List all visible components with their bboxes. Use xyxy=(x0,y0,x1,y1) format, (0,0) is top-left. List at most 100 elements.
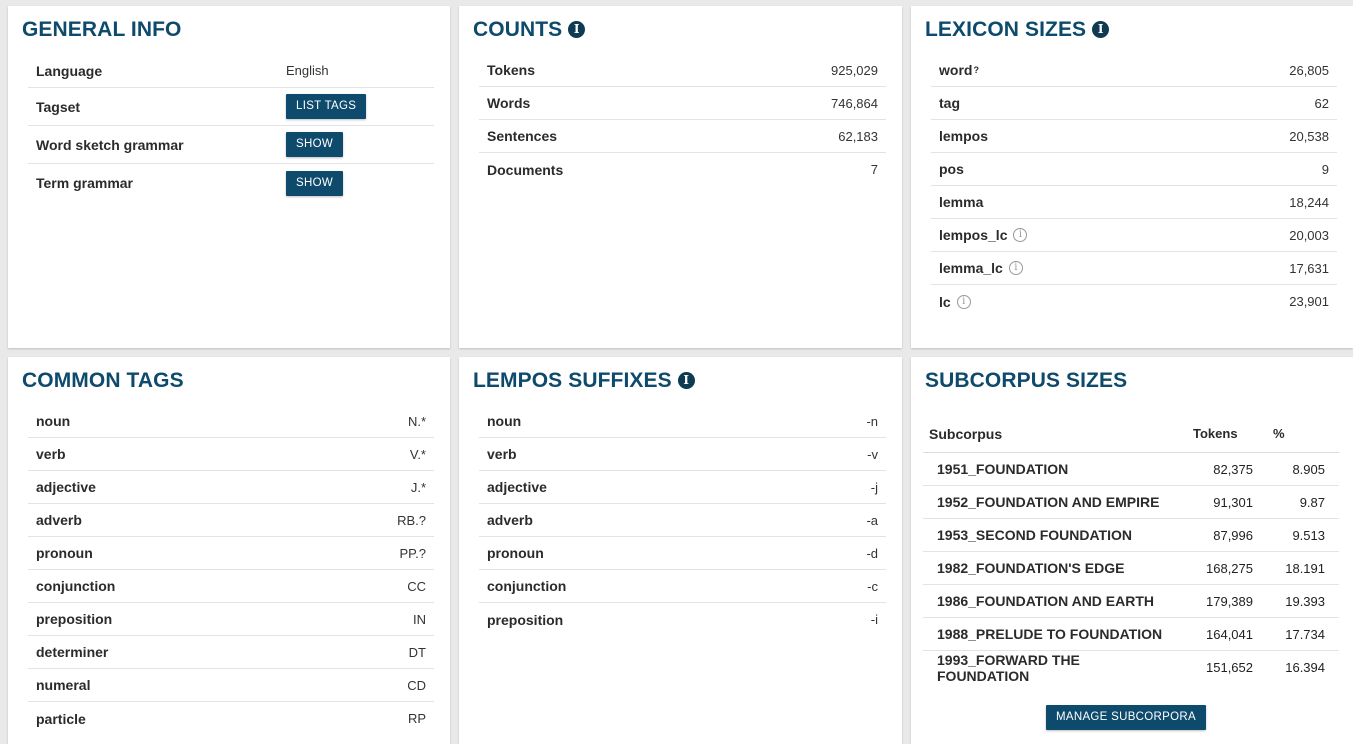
manage-subcorpora-button[interactable]: MANAGE SUBCORPORA xyxy=(1046,705,1206,730)
tag-label: determiner xyxy=(36,644,109,660)
tag-label: noun xyxy=(36,413,71,429)
counts-row: Words 746,864 xyxy=(479,87,886,120)
tag-label: adverb xyxy=(36,512,82,528)
tag-label: preposition xyxy=(36,611,113,627)
list-tags-button[interactable]: LIST TAGS xyxy=(286,94,367,119)
counts-label: Sentences xyxy=(487,128,558,144)
general-info-panel: GENERAL INFO Language English Tagset LIS… xyxy=(8,6,450,348)
subcorpus-percent: 17.734 xyxy=(1285,626,1325,642)
suffix-label: adverb xyxy=(487,512,533,528)
info-icon[interactable]: i xyxy=(1092,20,1110,38)
general-info-table: Language English Tagset LIST TAGS Word s… xyxy=(28,54,434,202)
lexicon-row: lempos 20,538 xyxy=(931,120,1337,153)
subcorpus-tokens: 168,275 xyxy=(1206,560,1253,576)
subcorpus-tokens: 87,996 xyxy=(1213,527,1253,543)
subcorpus-name: 1993_FORWARD THE FOUNDATION xyxy=(937,651,1080,684)
subcorpus-tokens: 179,389 xyxy=(1206,593,1253,609)
counts-value: 746,864 xyxy=(831,95,878,111)
language-value: English xyxy=(286,63,329,78)
tagset-row: Tagset LIST TAGS xyxy=(28,88,434,126)
corpus-info-dashboard: GENERAL INFO Language English Tagset LIS… xyxy=(0,0,1353,744)
subcorpus-tokens: 151,652 xyxy=(1206,660,1253,675)
tag-value: IN xyxy=(413,611,426,627)
tag-label: verb xyxy=(36,446,66,462)
info-icon[interactable]: i xyxy=(677,371,695,389)
counts-label: Words xyxy=(487,95,531,111)
tokens-column-header[interactable]: Tokens xyxy=(1179,426,1261,441)
suffix-row: conjunction -c xyxy=(479,570,886,603)
subcorpus-sizes-title: SUBCORPUS SIZES xyxy=(925,369,1128,392)
subcorpus-table-header: Subcorpus Tokens % xyxy=(923,415,1339,453)
show-word-sketch-grammar-button[interactable]: SHOW xyxy=(286,132,343,157)
help-circle-icon[interactable]: i xyxy=(1013,228,1028,242)
common-tags-title: COMMON TAGS xyxy=(22,369,184,392)
lexicon-row: tag 62 xyxy=(931,87,1337,120)
counts-value: 925,029 xyxy=(831,62,878,78)
lexicon-value: 23,901 xyxy=(1289,294,1329,309)
tag-value: J.* xyxy=(410,479,426,495)
percent-column-header[interactable]: % xyxy=(1261,426,1339,441)
term-grammar-label: Term grammar xyxy=(36,175,134,191)
tag-value: CC xyxy=(407,578,426,594)
show-term-grammar-button[interactable]: SHOW xyxy=(286,170,343,196)
tag-value: N.* xyxy=(407,413,426,429)
suffix-value: -n xyxy=(866,413,878,429)
counts-table: Tokens 925,029 Words 746,864 Sentences 62,1… xyxy=(479,54,886,186)
lexicon-label: word? xyxy=(939,62,979,78)
lempos-suffixes-title: LEMPOS SUFFIXES i xyxy=(473,369,695,393)
suffix-label: noun xyxy=(487,413,522,429)
subcorpus-name: 1952_FOUNDATION AND EMPIRE xyxy=(937,494,1160,510)
tag-value: RP xyxy=(407,711,426,726)
suffix-row: preposition -i xyxy=(479,603,886,636)
lempos-table: noun -n verb -v adjective -j adverb -a prono… xyxy=(479,405,886,636)
info-icon[interactable]: i xyxy=(568,20,586,38)
lexicon-row: lempos_lc i 20,003 xyxy=(931,219,1337,252)
lexicon-label: tag xyxy=(939,95,960,111)
tag-value: V.* xyxy=(409,446,426,462)
tag-row: preposition IN xyxy=(28,603,434,636)
subcorpus-row: 1993_FORWARD THE FOUNDATION 151,652 16.394 xyxy=(923,651,1339,684)
counts-value: 62,183 xyxy=(838,128,878,144)
common-tags-table: noun N.* verb V.* adjective J.* adverb RB.? … xyxy=(28,405,434,735)
lexicon-value: 9 xyxy=(1321,161,1329,177)
tag-label: conjunction xyxy=(36,578,116,594)
subcorpus-row: 1986_FOUNDATION AND EARTH 179,389 19.393 xyxy=(923,585,1339,618)
subcorpus-sizes-panel: SUBCORPUS SIZES Subcorpus Tokens % 1951_… xyxy=(911,357,1353,744)
suffix-row: pronoun -d xyxy=(479,537,886,570)
tag-label: adjective xyxy=(36,479,96,495)
subcorpus-tokens: 164,041 xyxy=(1206,626,1253,642)
tag-row: adjective J.* xyxy=(28,471,434,504)
subcorpus-percent: 8.905 xyxy=(1292,461,1325,477)
subcorpus-row: 1952_FOUNDATION AND EMPIRE 91,301 9.87 xyxy=(923,486,1339,519)
suffix-label: preposition xyxy=(487,611,564,628)
subcorpus-name: 1951_FOUNDATION xyxy=(937,461,1069,477)
subcorpus-name: 1988_PRELUDE TO FOUNDATION xyxy=(937,626,1163,642)
tag-label: pronoun xyxy=(36,545,93,561)
lempos-suffixes-panel: LEMPOS SUFFIXES i noun -n verb -v adjective… xyxy=(459,357,902,744)
lexicon-row: lemma_lc i 17,631 xyxy=(931,252,1337,285)
counts-row: Documents 7 xyxy=(479,153,886,186)
word-help-marker[interactable]: ? xyxy=(973,65,979,75)
subcorpus-column-header[interactable]: Subcorpus xyxy=(929,426,1179,442)
tag-value: CD xyxy=(407,677,426,693)
counts-row: Sentences 62,183 xyxy=(479,120,886,153)
suffix-value: -a xyxy=(866,512,878,528)
tag-row: determiner DT xyxy=(28,636,434,669)
language-row: Language English xyxy=(28,54,434,88)
suffix-value: -i xyxy=(870,612,878,627)
subcorpus-table: 1951_FOUNDATION 82,375 8.905 1952_FOUNDATI… xyxy=(923,453,1339,684)
tagset-label: Tagset xyxy=(36,98,81,115)
help-circle-icon[interactable]: i xyxy=(1008,261,1023,275)
subcorpus-name: 1953_SECOND FOUNDATION xyxy=(937,527,1133,543)
tag-value: DT xyxy=(408,644,426,660)
subcorpus-tokens: 82,375 xyxy=(1213,461,1253,477)
counts-title: COUNTS i xyxy=(473,18,586,42)
tag-label: particle xyxy=(36,710,86,727)
lexicon-label: pos xyxy=(939,161,964,177)
lexicon-label: lempos_lc i xyxy=(939,227,1028,243)
lexicon-label: lemma_lc i xyxy=(939,260,1023,276)
help-circle-icon[interactable]: i xyxy=(956,294,971,309)
suffix-label: conjunction xyxy=(487,578,567,594)
tag-row: conjunction CC xyxy=(28,570,434,603)
subcorpus-percent: 19.393 xyxy=(1285,593,1325,609)
